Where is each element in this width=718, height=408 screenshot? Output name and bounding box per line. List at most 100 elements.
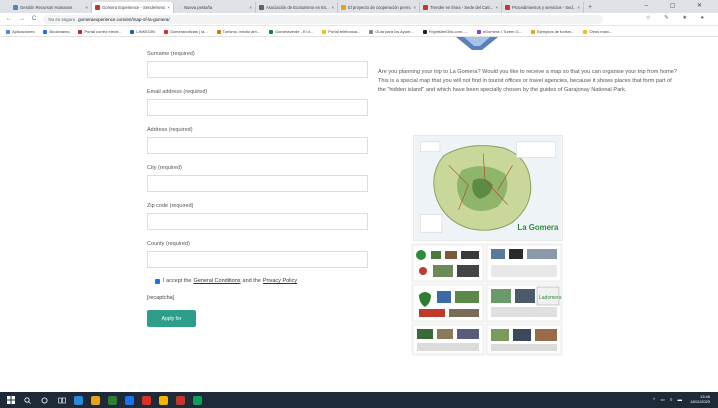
new-tab-button[interactable]: + bbox=[588, 2, 592, 13]
bookmark-item[interactable]: Portal correo electr... bbox=[78, 29, 121, 34]
pinned-app-icon[interactable] bbox=[193, 395, 202, 405]
clock[interactable]: 13:46 18/11/2020 bbox=[690, 394, 710, 404]
tab-label: Asociación de Ecoturismo en Es... bbox=[266, 5, 330, 10]
bookmark-favicon-icon bbox=[369, 29, 374, 34]
county-label: County (required) bbox=[147, 241, 190, 247]
brochure-logo-text: Ladomera bbox=[539, 295, 562, 301]
tab-label: Nueva pestaña bbox=[184, 5, 213, 10]
tab-favicon-icon bbox=[177, 5, 182, 10]
bookmark-favicon-icon bbox=[130, 29, 135, 34]
bookmark-favicon-icon bbox=[476, 29, 481, 34]
chrome-icon[interactable] bbox=[159, 395, 168, 405]
edge-icon[interactable] bbox=[125, 395, 134, 405]
bookmark-favicon-icon bbox=[422, 29, 427, 34]
windows-taskbar bbox=[0, 392, 718, 408]
tab-label: Gomera Experience - Senderismo bbox=[102, 5, 166, 10]
tab-label: El proyecto de cooperación permi... bbox=[348, 5, 412, 10]
bookmarks-bar: Aplicaciones Bookmarks Portal correo elect… bbox=[0, 27, 718, 37]
tab-favicon-icon bbox=[95, 5, 100, 10]
toolbar-icons[interactable]: ☆ ✎ ★ ● bbox=[646, 15, 710, 21]
bookmark-item[interactable]: Frightsite/Otis.com -... bbox=[422, 29, 468, 34]
bookmark-label: LINKEDIN bbox=[136, 29, 155, 34]
tab-close-icon[interactable]: × bbox=[331, 5, 334, 10]
tab-favicon-icon bbox=[341, 5, 346, 10]
browser-tab[interactable]: Nueva pestaña × bbox=[174, 2, 256, 13]
start-icon[interactable] bbox=[6, 396, 15, 405]
browser-tab[interactable]: Gomera Experience - Senderismo × bbox=[92, 2, 174, 13]
bookmark-item[interactable]: LINKEDIN bbox=[130, 29, 155, 34]
tab-favicon-icon bbox=[13, 5, 18, 10]
bookmark-label: Portal telefonica... bbox=[328, 29, 361, 34]
tab-close-icon[interactable]: × bbox=[413, 5, 416, 10]
bookmark-favicon-icon bbox=[531, 29, 536, 34]
recaptcha-placeholder: [recaptcha] bbox=[147, 295, 175, 301]
bookmark-item[interactable]: Portal telefonica... bbox=[322, 29, 360, 34]
tab-close-icon[interactable]: × bbox=[167, 5, 170, 10]
bookmark-favicon-icon bbox=[6, 29, 10, 34]
system-tray-icons[interactable]: ^ ▭ ◊ ▬ bbox=[653, 397, 684, 403]
reload-button[interactable]: C bbox=[32, 16, 36, 22]
task-view-icon[interactable] bbox=[57, 396, 66, 405]
email-label: Email address (required) bbox=[147, 89, 208, 95]
bookmark-item[interactable]: Otros marc... bbox=[583, 29, 613, 34]
cortana-icon[interactable] bbox=[40, 396, 49, 405]
file-explorer-icon[interactable] bbox=[91, 395, 100, 405]
bookmark-label: eGomera • Turem G... bbox=[482, 29, 523, 34]
media-icon[interactable] bbox=[176, 395, 185, 405]
county-input[interactable] bbox=[147, 251, 368, 268]
city-input[interactable] bbox=[147, 175, 368, 192]
bookmark-label: Frightsite/Otis.com -... bbox=[428, 29, 468, 34]
map-logo-text: La Gomera bbox=[517, 223, 559, 232]
search-icon[interactable] bbox=[23, 396, 32, 405]
window-controls[interactable]: – ▢ ✕ bbox=[645, 2, 712, 9]
zip-code-label: Zip code (required) bbox=[147, 203, 194, 209]
tab-close-icon[interactable]: × bbox=[495, 5, 498, 10]
browser-tab[interactable]: Asociación de Ecoturismo en Es... × bbox=[256, 2, 338, 13]
promo-text: Are you planning your trip to La Gomera?… bbox=[378, 69, 678, 94]
island-map-image: La Gomera bbox=[413, 135, 563, 241]
browser-tab[interactable]: El proyecto de cooperación permi... × bbox=[338, 2, 420, 13]
browser-tab-bar: Gestión Recursos Humanos × Gomera Experien… bbox=[0, 0, 718, 13]
bookmark-item[interactable]: Aplicaciones bbox=[6, 29, 34, 34]
bookmark-item[interactable]: Gomeraverde - El d... bbox=[269, 29, 313, 34]
bookmark-item[interactable]: Guía para los Ayunt... bbox=[369, 29, 414, 34]
bookmark-favicon-icon bbox=[163, 29, 168, 34]
app-icon[interactable] bbox=[108, 395, 117, 405]
mail-icon[interactable] bbox=[142, 395, 151, 405]
security-warning[interactable]: No es seguro bbox=[48, 17, 75, 22]
forward-button[interactable]: → bbox=[19, 16, 25, 22]
bookmark-favicon-icon bbox=[78, 29, 83, 34]
bookmark-label: Gomeraverde - El d... bbox=[275, 29, 314, 34]
tab-close-icon[interactable]: × bbox=[577, 5, 580, 10]
bookmark-item[interactable]: Ejemplos de turism... bbox=[531, 29, 574, 34]
tab-label: Gestión Recursos Humanos bbox=[20, 5, 73, 10]
people-icon[interactable] bbox=[74, 395, 83, 405]
city-label: City (required) bbox=[147, 165, 182, 171]
address-input[interactable] bbox=[147, 137, 368, 154]
browser-tab[interactable]: Procedimientos y servicios - Sed... × bbox=[502, 2, 584, 13]
bookmark-label: Ejemplos de turism... bbox=[537, 29, 575, 34]
bookmark-item[interactable]: Bookmarks bbox=[43, 29, 69, 34]
tab-favicon-icon bbox=[423, 5, 428, 10]
tab-favicon-icon bbox=[505, 5, 510, 10]
browser-tab[interactable]: Gestión Recursos Humanos × bbox=[10, 2, 92, 13]
tab-close-icon[interactable]: × bbox=[85, 5, 88, 10]
bookmark-label: Turismo, medio am... bbox=[222, 29, 260, 34]
privacy-policy-link[interactable]: Privacy Policy bbox=[263, 278, 297, 284]
url-text: gomeraexperience.com/en/map-of-la-gomera… bbox=[78, 16, 170, 22]
tab-close-icon[interactable]: × bbox=[249, 5, 252, 10]
bookmark-item[interactable]: Gomeranoticias | la... bbox=[163, 29, 208, 34]
bookmark-label: Gomeranoticias | la... bbox=[169, 29, 208, 34]
apply-button[interactable]: Apply for bbox=[147, 310, 196, 327]
bookmark-item[interactable]: Turismo, medio am... bbox=[216, 29, 260, 34]
zip-code-input[interactable] bbox=[147, 213, 368, 230]
browser-tab[interactable]: Trender en línea - Sede del Catr... × bbox=[420, 2, 502, 13]
bookmark-item[interactable]: eGomera • Turem G... bbox=[476, 29, 523, 34]
general-conditions-link[interactable]: General Conditions bbox=[193, 278, 240, 284]
consent-checkbox[interactable] bbox=[155, 278, 160, 284]
bookmark-favicon-icon bbox=[43, 29, 48, 34]
url-input[interactable]: No es seguro gomeraexperience.com/en/map… bbox=[43, 14, 604, 24]
email-input[interactable] bbox=[147, 99, 368, 116]
back-button[interactable]: ← bbox=[6, 16, 12, 22]
surname-input[interactable] bbox=[147, 61, 368, 78]
